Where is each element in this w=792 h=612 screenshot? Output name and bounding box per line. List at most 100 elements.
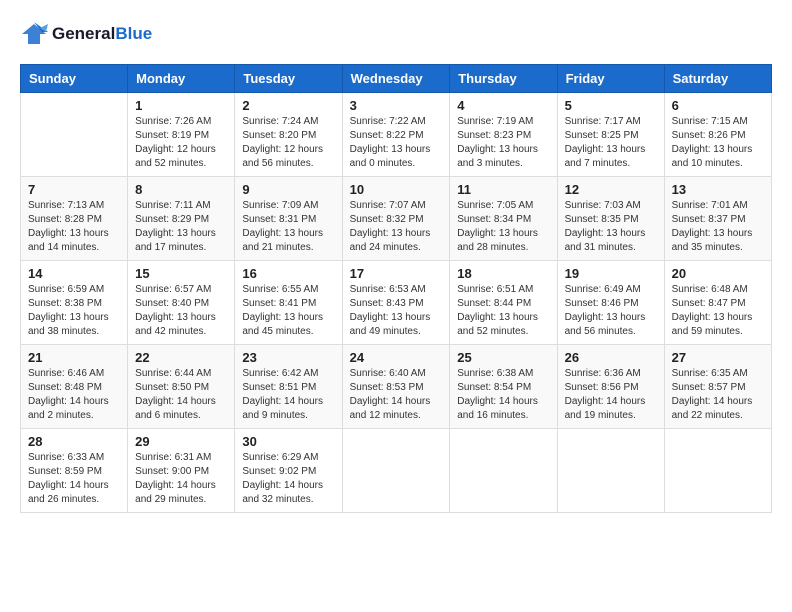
- calendar-week-row: 28 Sunrise: 6:33 AM Sunset: 8:59 PM Dayli…: [21, 429, 772, 513]
- cell-content: Sunrise: 6:36 AM Sunset: 8:56 PM Dayligh…: [565, 367, 657, 423]
- calendar-cell: 28 Sunrise: 6:33 AM Sunset: 8:59 PM Dayli…: [21, 429, 128, 513]
- logo-text: GeneralBlue: [52, 24, 152, 44]
- cell-content: Sunrise: 6:53 AM Sunset: 8:43 PM Dayligh…: [350, 283, 443, 339]
- col-header-wednesday: Wednesday: [342, 65, 450, 93]
- day-number: 6: [672, 98, 764, 113]
- calendar-cell: 20Sunrise: 6:48 AM Sunset: 8:47 PM Dayli…: [664, 261, 771, 345]
- calendar-cell: 29 Sunrise: 6:31 AM Sunset: 9:00 PM Dayli…: [128, 429, 235, 513]
- cell-content: Sunrise: 7:09 AM Sunset: 8:31 PM Dayligh…: [242, 199, 334, 255]
- day-number: 22: [135, 350, 227, 365]
- calendar-cell: [450, 429, 557, 513]
- calendar-cell: 30 Sunrise: 6:29 AM Sunset: 9:02 PM Dayli…: [235, 429, 342, 513]
- cell-content: Sunrise: 6:57 AM Sunset: 8:40 PM Dayligh…: [135, 283, 227, 339]
- calendar-cell: 8Sunrise: 7:11 AM Sunset: 8:29 PM Daylig…: [128, 177, 235, 261]
- col-header-saturday: Saturday: [664, 65, 771, 93]
- col-header-friday: Friday: [557, 65, 664, 93]
- day-number: 26: [565, 350, 657, 365]
- day-number: 17: [350, 266, 443, 281]
- calendar-cell: 15Sunrise: 6:57 AM Sunset: 8:40 PM Dayli…: [128, 261, 235, 345]
- day-number: 5: [565, 98, 657, 113]
- cell-content: Sunrise: 6:29 AM Sunset: 9:02 PM Dayligh…: [242, 451, 334, 507]
- calendar-cell: 13Sunrise: 7:01 AM Sunset: 8:37 PM Dayli…: [664, 177, 771, 261]
- day-number: 23: [242, 350, 334, 365]
- cell-content: Sunrise: 7:22 AM Sunset: 8:22 PM Dayligh…: [350, 115, 443, 171]
- cell-content: Sunrise: 7:26 AM Sunset: 8:19 PM Dayligh…: [135, 115, 227, 171]
- calendar-week-row: 7Sunrise: 7:13 AM Sunset: 8:28 PM Daylig…: [21, 177, 772, 261]
- calendar-cell: 4 Sunrise: 7:19 AM Sunset: 8:23 PM Daylig…: [450, 93, 557, 177]
- day-number: 27: [672, 350, 764, 365]
- calendar-cell: 19Sunrise: 6:49 AM Sunset: 8:46 PM Dayli…: [557, 261, 664, 345]
- cell-content: Sunrise: 7:17 AM Sunset: 8:25 PM Dayligh…: [565, 115, 657, 171]
- day-number: 9: [242, 182, 334, 197]
- day-number: 25: [457, 350, 549, 365]
- calendar-cell: 5 Sunrise: 7:17 AM Sunset: 8:25 PM Daylig…: [557, 93, 664, 177]
- cell-content: Sunrise: 7:19 AM Sunset: 8:23 PM Dayligh…: [457, 115, 549, 171]
- col-header-thursday: Thursday: [450, 65, 557, 93]
- calendar-cell: 1 Sunrise: 7:26 AM Sunset: 8:19 PM Daylig…: [128, 93, 235, 177]
- cell-content: Sunrise: 6:59 AM Sunset: 8:38 PM Dayligh…: [28, 283, 120, 339]
- cell-content: Sunrise: 7:24 AM Sunset: 8:20 PM Dayligh…: [242, 115, 334, 171]
- day-number: 1: [135, 98, 227, 113]
- calendar-cell: 22 Sunrise: 6:44 AM Sunset: 8:50 PM Dayli…: [128, 345, 235, 429]
- cell-content: Sunrise: 6:38 AM Sunset: 8:54 PM Dayligh…: [457, 367, 549, 423]
- day-number: 18: [457, 266, 549, 281]
- calendar-cell: 11Sunrise: 7:05 AM Sunset: 8:34 PM Dayli…: [450, 177, 557, 261]
- calendar-cell: 14 Sunrise: 6:59 AM Sunset: 8:38 PM Dayli…: [21, 261, 128, 345]
- day-number: 20: [672, 266, 764, 281]
- calendar-cell: 10 Sunrise: 7:07 AM Sunset: 8:32 PM Dayli…: [342, 177, 450, 261]
- calendar-cell: 25 Sunrise: 6:38 AM Sunset: 8:54 PM Dayli…: [450, 345, 557, 429]
- cell-content: Sunrise: 6:46 AM Sunset: 8:48 PM Dayligh…: [28, 367, 120, 423]
- calendar-cell: [21, 93, 128, 177]
- calendar-cell: 26 Sunrise: 6:36 AM Sunset: 8:56 PM Dayli…: [557, 345, 664, 429]
- calendar-cell: 27 Sunrise: 6:35 AM Sunset: 8:57 PM Dayli…: [664, 345, 771, 429]
- day-number: 12: [565, 182, 657, 197]
- day-number: 28: [28, 434, 120, 449]
- calendar-header-row: SundayMondayTuesdayWednesdayThursdayFrid…: [21, 65, 772, 93]
- calendar-cell: 23 Sunrise: 6:42 AM Sunset: 8:51 PM Dayli…: [235, 345, 342, 429]
- calendar-cell: 17 Sunrise: 6:53 AM Sunset: 8:43 PM Dayli…: [342, 261, 450, 345]
- cell-content: Sunrise: 6:42 AM Sunset: 8:51 PM Dayligh…: [242, 367, 334, 423]
- day-number: 2: [242, 98, 334, 113]
- calendar-cell: 2 Sunrise: 7:24 AM Sunset: 8:20 PM Daylig…: [235, 93, 342, 177]
- day-number: 10: [350, 182, 443, 197]
- logo: GeneralBlue: [20, 20, 152, 48]
- calendar-week-row: 14 Sunrise: 6:59 AM Sunset: 8:38 PM Dayli…: [21, 261, 772, 345]
- calendar-table: SundayMondayTuesdayWednesdayThursdayFrid…: [20, 64, 772, 513]
- col-header-sunday: Sunday: [21, 65, 128, 93]
- cell-content: Sunrise: 6:49 AM Sunset: 8:46 PM Dayligh…: [565, 283, 657, 339]
- day-number: 21: [28, 350, 120, 365]
- cell-content: Sunrise: 7:15 AM Sunset: 8:26 PM Dayligh…: [672, 115, 764, 171]
- calendar-week-row: 1 Sunrise: 7:26 AM Sunset: 8:19 PM Daylig…: [21, 93, 772, 177]
- day-number: 14: [28, 266, 120, 281]
- col-header-tuesday: Tuesday: [235, 65, 342, 93]
- calendar-cell: 12Sunrise: 7:03 AM Sunset: 8:35 PM Dayli…: [557, 177, 664, 261]
- page-header: GeneralBlue: [20, 20, 772, 48]
- cell-content: Sunrise: 6:35 AM Sunset: 8:57 PM Dayligh…: [672, 367, 764, 423]
- day-number: 3: [350, 98, 443, 113]
- day-number: 8: [135, 182, 227, 197]
- calendar-cell: 7Sunrise: 7:13 AM Sunset: 8:28 PM Daylig…: [21, 177, 128, 261]
- cell-content: Sunrise: 6:31 AM Sunset: 9:00 PM Dayligh…: [135, 451, 227, 507]
- day-number: 4: [457, 98, 549, 113]
- day-number: 29: [135, 434, 227, 449]
- cell-content: Sunrise: 6:33 AM Sunset: 8:59 PM Dayligh…: [28, 451, 120, 507]
- calendar-cell: 21 Sunrise: 6:46 AM Sunset: 8:48 PM Dayli…: [21, 345, 128, 429]
- calendar-cell: 6 Sunrise: 7:15 AM Sunset: 8:26 PM Daylig…: [664, 93, 771, 177]
- calendar-cell: 18Sunrise: 6:51 AM Sunset: 8:44 PM Dayli…: [450, 261, 557, 345]
- calendar-cell: 3 Sunrise: 7:22 AM Sunset: 8:22 PM Daylig…: [342, 93, 450, 177]
- calendar-cell: 16Sunrise: 6:55 AM Sunset: 8:41 PM Dayli…: [235, 261, 342, 345]
- calendar-cell: [342, 429, 450, 513]
- calendar-cell: [664, 429, 771, 513]
- day-number: 30: [242, 434, 334, 449]
- day-number: 7: [28, 182, 120, 197]
- calendar-cell: [557, 429, 664, 513]
- day-number: 24: [350, 350, 443, 365]
- cell-content: Sunrise: 7:07 AM Sunset: 8:32 PM Dayligh…: [350, 199, 443, 255]
- cell-content: Sunrise: 6:55 AM Sunset: 8:41 PM Dayligh…: [242, 283, 334, 339]
- cell-content: Sunrise: 6:40 AM Sunset: 8:53 PM Dayligh…: [350, 367, 443, 423]
- cell-content: Sunrise: 7:01 AM Sunset: 8:37 PM Dayligh…: [672, 199, 764, 255]
- calendar-week-row: 21 Sunrise: 6:46 AM Sunset: 8:48 PM Dayli…: [21, 345, 772, 429]
- logo-icon: [20, 20, 48, 48]
- cell-content: Sunrise: 6:44 AM Sunset: 8:50 PM Dayligh…: [135, 367, 227, 423]
- calendar-cell: 9 Sunrise: 7:09 AM Sunset: 8:31 PM Daylig…: [235, 177, 342, 261]
